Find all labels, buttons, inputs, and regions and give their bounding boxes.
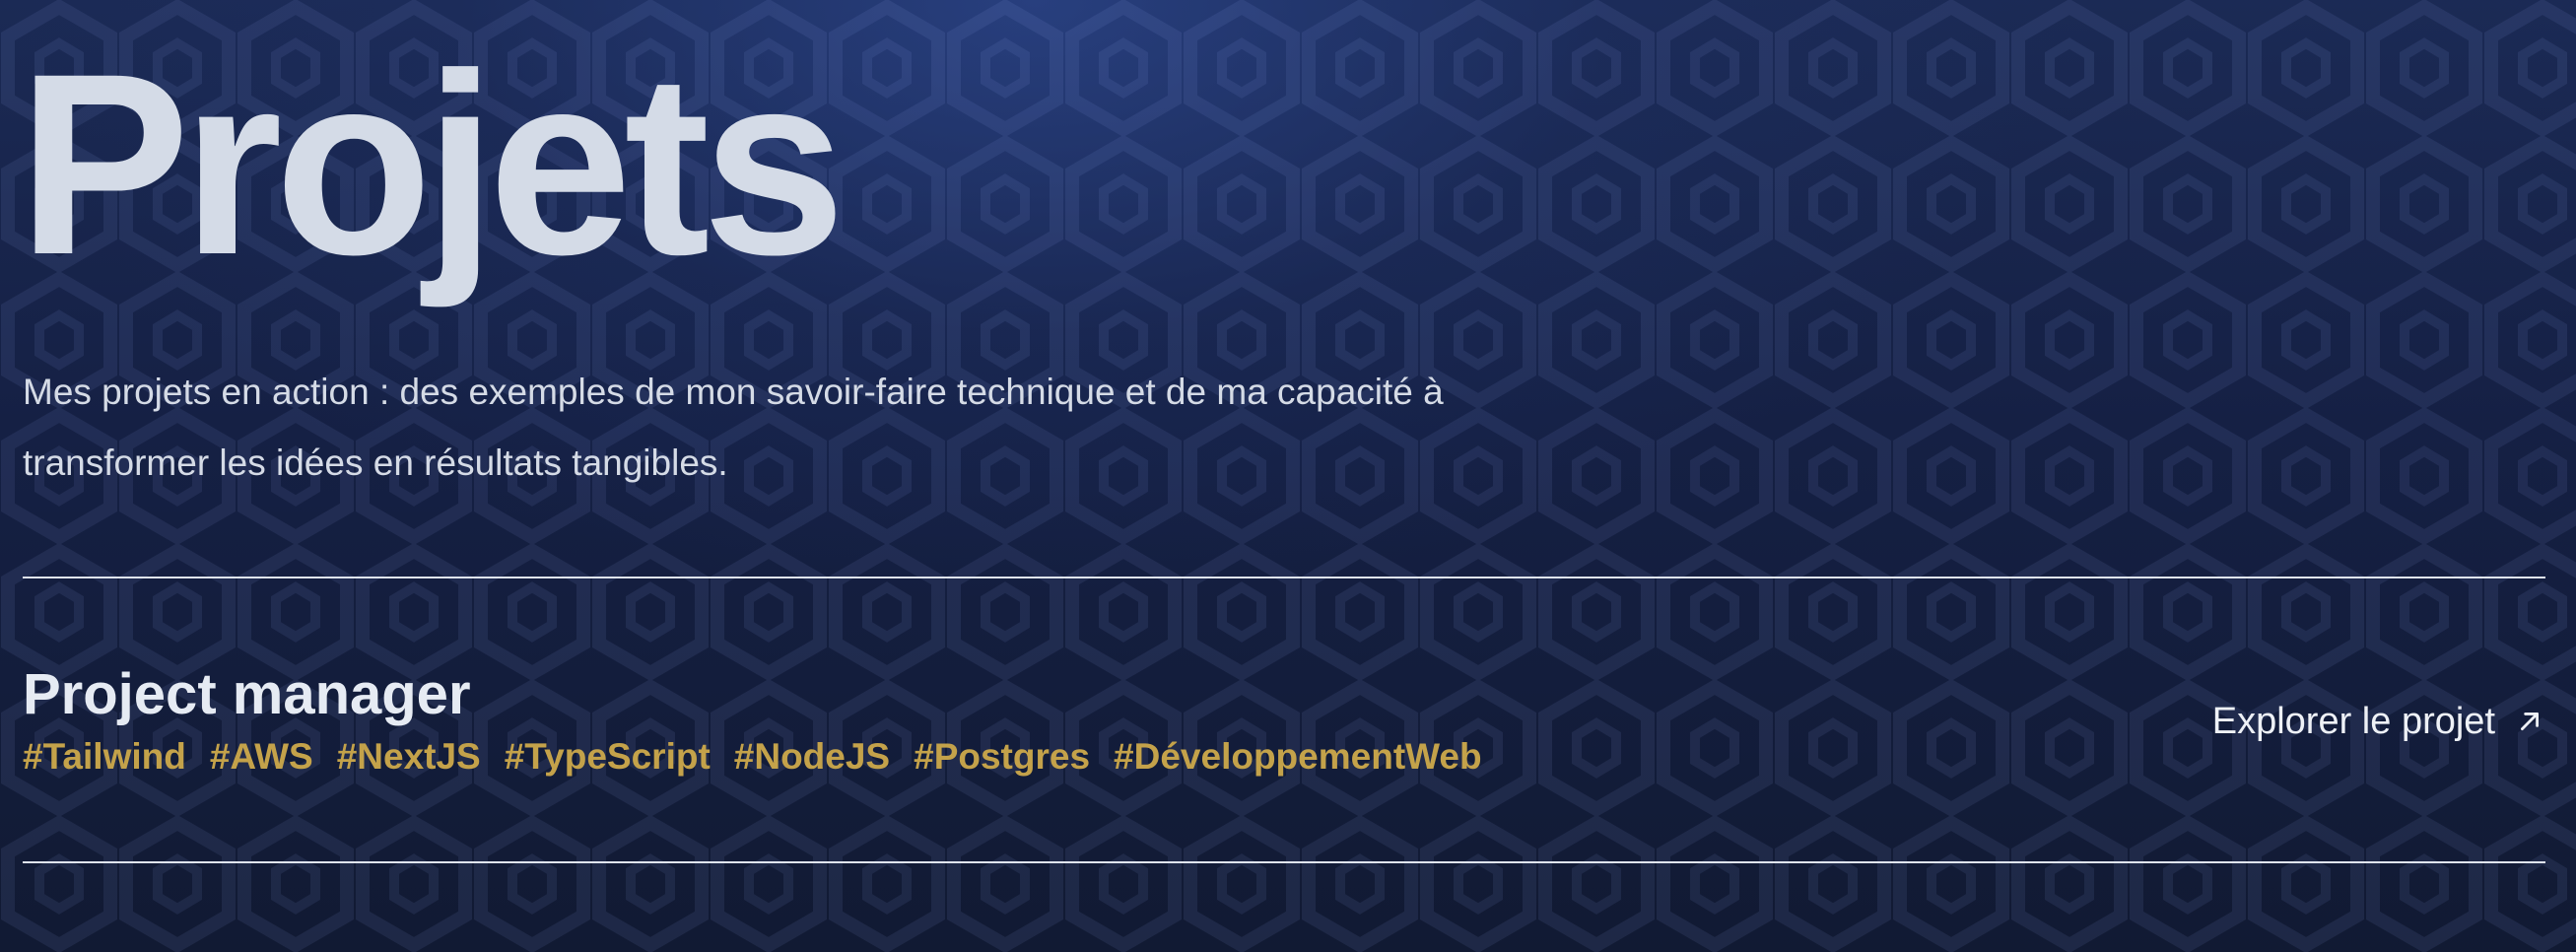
arrow-up-right-icon [2521,713,2539,730]
intro-line-2: transformer les idées en résultats tangi… [23,442,728,483]
divider-bottom [23,861,2545,863]
project-tags: #Tailwind #AWS #NextJS #TypeScript #Node… [23,733,1482,781]
intro-line-1: Mes projets en action : des exemples de … [23,372,1444,412]
divider-top [23,577,2545,578]
tag-nodejs: #NodeJS [733,736,891,777]
projects-section: Projets Mes projets en action : des exem… [0,0,2576,952]
tag-developpementweb: #DéveloppementWeb [1114,736,1482,777]
project-title: Project manager [23,662,471,726]
tag-typescript: #TypeScript [504,736,711,777]
explore-project-link[interactable]: Explorer le projet [2212,698,2542,745]
page-intro: Mes projets en action : des exemples de … [23,357,1599,499]
tag-aws: #AWS [209,736,313,777]
explore-project-label: Explorer le projet [2211,701,2495,742]
tag-nextjs: #NextJS [336,736,481,777]
tag-postgres: #Postgres [914,736,1091,777]
tag-tailwind: #Tailwind [23,736,186,777]
page-title: Projets [18,20,846,308]
